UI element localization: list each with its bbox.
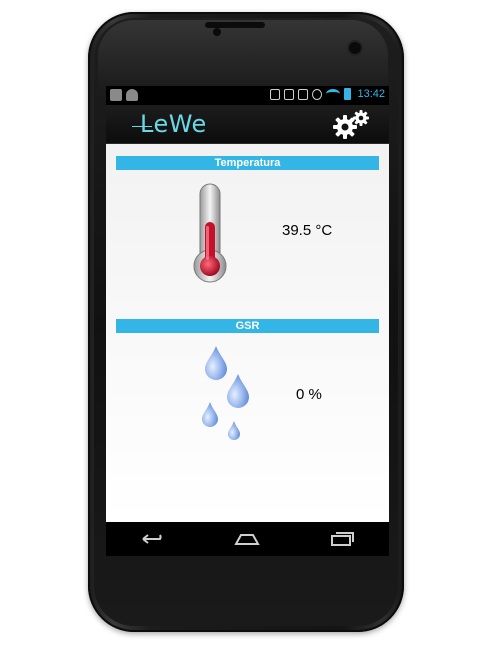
app-name: LeWe bbox=[140, 110, 207, 138]
gsr-header: GSR bbox=[116, 319, 379, 333]
front-sensor bbox=[213, 28, 221, 36]
recent-apps-button[interactable] bbox=[322, 527, 362, 551]
navigation-bar bbox=[106, 522, 389, 556]
temperature-value: 39.5 °C bbox=[282, 222, 333, 239]
notification-icon bbox=[110, 89, 122, 101]
home-icon bbox=[234, 534, 261, 545]
back-button[interactable] bbox=[133, 527, 173, 551]
temperature-header: Temperatura bbox=[116, 156, 379, 170]
main-content: Temperatura 39.5 °C GSR 0 % bbox=[106, 144, 389, 522]
status-bar: 13:42 bbox=[106, 86, 389, 105]
glare bbox=[98, 20, 388, 92]
gsr-value: 0 % bbox=[296, 386, 322, 403]
clock: 13:42 bbox=[357, 88, 385, 100]
alarm-icon bbox=[312, 88, 323, 100]
battery-icon bbox=[344, 88, 352, 100]
vibrate-icon bbox=[284, 88, 295, 100]
earpiece-speaker bbox=[205, 22, 265, 28]
bluetooth-icon bbox=[270, 88, 281, 100]
action-bar: LeWe bbox=[106, 105, 389, 144]
nfc-icon bbox=[298, 88, 309, 100]
front-camera bbox=[349, 42, 361, 54]
wifi-icon bbox=[326, 89, 341, 99]
android-icon bbox=[126, 89, 138, 101]
settings-gears-icon[interactable] bbox=[331, 109, 371, 139]
thermometer-icon bbox=[193, 183, 227, 283]
logo-pulse-line bbox=[132, 126, 152, 127]
water-drops-icon bbox=[202, 346, 249, 440]
home-button[interactable] bbox=[227, 527, 267, 551]
back-icon bbox=[142, 534, 162, 544]
recent-apps-icon bbox=[330, 532, 354, 546]
app-logo: LeWe bbox=[128, 111, 207, 137]
screen: 13:42 LeWe Temperatura 39.5 °C GSR 0 % bbox=[106, 86, 389, 556]
